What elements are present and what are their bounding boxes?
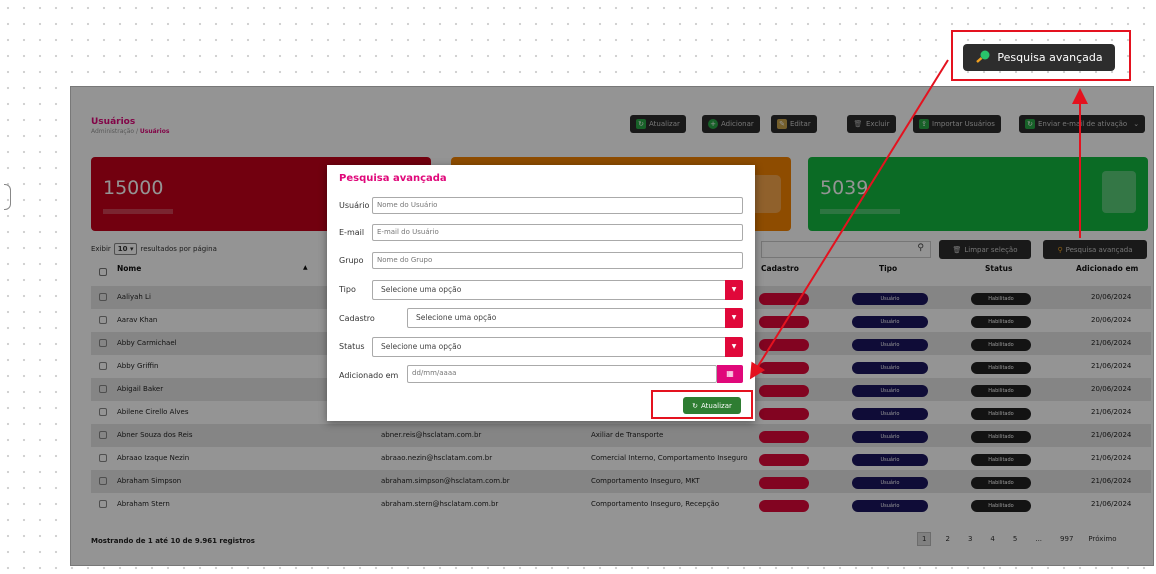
arrow-to-update — [749, 59, 949, 380]
annotation-arrows — [749, 59, 1088, 380]
